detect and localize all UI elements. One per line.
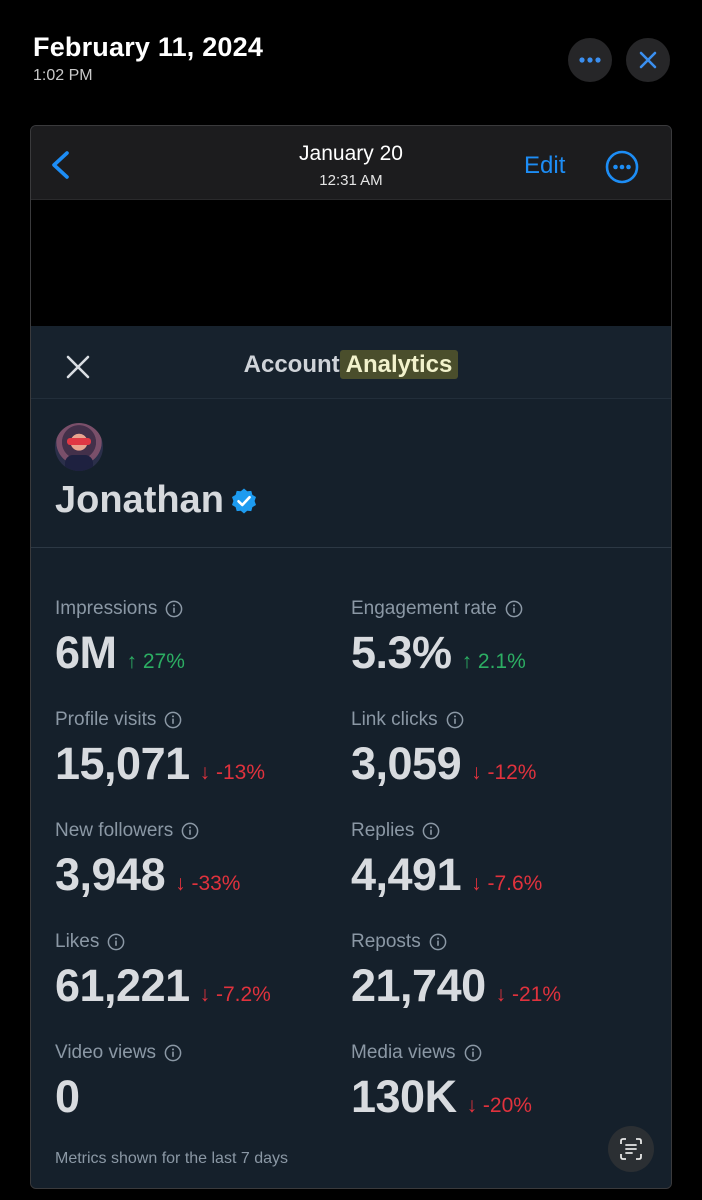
ellipsis-icon [579,57,601,63]
screenshot-black-area [31,200,671,326]
avatar-glasses [67,438,91,445]
metric-value: 21,740 [351,960,486,1011]
metric-media-views: Media views 130K ↓ -20% [351,1041,641,1123]
metric-profile-visits: Profile visits 15,071 ↓ -13% [55,708,345,790]
info-icon[interactable] [165,600,183,618]
metric-value: 130K [351,1071,457,1122]
metric-label: Impressions [55,597,345,621]
analytics-modal-header: Account Analytics [31,326,671,399]
photo-date: February 11, 2024 [33,32,264,62]
edit-button[interactable]: Edit [524,152,565,180]
metric-value-row: 15,071 ↓ -13% [55,738,345,790]
info-icon[interactable] [164,711,182,729]
metric-value-row: 130K ↓ -20% [351,1071,641,1123]
metric-label-text: Profile visits [55,709,157,730]
metric-reposts: Reposts 21,740 ↓ -21% [351,930,641,1012]
metric-value: 3,948 [55,849,166,900]
metric-new-followers: New followers 3,948 ↓ -33% [55,819,345,901]
metric-impressions: Impressions 6M ↑ 27% [55,597,345,679]
metric-label: Reposts [351,930,641,954]
metric-value: 4,491 [351,849,462,900]
metric-value: 0 [55,1071,80,1122]
metric-label: Link clicks [351,708,641,732]
info-icon[interactable] [429,933,447,951]
info-icon[interactable] [181,822,199,840]
info-icon[interactable] [164,1044,182,1062]
analytics-content: Jonathan Impressions 6M ↑ 27% Engagement ra… [31,399,671,1188]
photo-time: 1:02 PM [33,67,93,84]
metric-value-row: 61,221 ↓ -7.2% [55,960,345,1012]
metric-value: 6M [55,627,117,678]
modal-title-analytics: Analytics [339,350,459,379]
metric-value-row: 21,740 ↓ -21% [351,960,641,1012]
metric-value-row: 6M ↑ 27% [55,627,345,679]
profile-name: Jonathan [55,479,258,522]
metric-likes: Likes 61,221 ↓ -7.2% [55,930,345,1012]
info-icon[interactable] [107,933,125,951]
profile-divider [31,547,671,548]
info-icon[interactable] [446,711,464,729]
metric-change: ↓ -12% [471,761,537,784]
metric-change: ↓ -7.2% [199,983,271,1006]
metric-label-text: New followers [55,820,174,841]
metric-value-row: 3,059 ↓ -12% [351,738,641,790]
viewer-header: January 20 12:31 AM Edit [31,126,671,200]
verified-badge-icon [231,488,256,513]
metric-change: ↓ -33% [175,872,241,895]
more-options-button[interactable] [568,38,612,82]
metric-value: 3,059 [351,738,462,789]
photo-viewer-topbar: February 11, 2024 1:02 PM [0,0,702,120]
metric-change: ↑ 27% [126,650,185,673]
metric-replies: Replies 4,491 ↓ -7.6% [351,819,641,901]
metric-label: Likes [55,930,345,954]
metric-label-text: Video views [55,1042,157,1063]
metric-label-text: Engagement rate [351,598,497,619]
viewer-date: January 20 [299,142,403,165]
metrics-footnote: Metrics shown for the last 7 days [55,1150,288,1167]
metric-value-row: 5.3% ↑ 2.1% [351,627,641,679]
metric-label: Engagement rate [351,597,641,621]
metric-label: Media views [351,1041,641,1065]
metric-change: ↑ 2.1% [461,650,526,673]
metric-label: Replies [351,819,641,843]
metric-label-text: Media views [351,1042,456,1063]
metric-value-row: 3,948 ↓ -33% [55,849,345,901]
info-icon[interactable] [505,600,523,618]
close-icon [639,51,657,69]
metric-video-views: Video views 0 [55,1041,345,1123]
metric-label: New followers [55,819,345,843]
metric-label: Video views [55,1041,345,1065]
metric-value: 61,221 [55,960,190,1011]
metric-value: 15,071 [55,738,190,789]
metric-label: Profile visits [55,708,345,732]
modal-title-account: Account [243,351,340,378]
metric-label-text: Likes [55,931,100,952]
text-scan-icon [620,1138,642,1160]
metric-engagement-rate: Engagement rate 5.3% ↑ 2.1% [351,597,641,679]
close-button[interactable] [626,38,670,82]
metric-value: 5.3% [351,627,452,678]
metric-change: ↓ -13% [199,761,265,784]
avatar[interactable] [55,423,103,471]
profile-name-text: Jonathan [55,479,224,521]
viewer-time: 12:31 AM [319,172,383,189]
metric-label-text: Replies [351,820,415,841]
metric-label-text: Link clicks [351,709,438,730]
metric-link-clicks: Link clicks 3,059 ↓ -12% [351,708,641,790]
metric-label-text: Reposts [351,931,421,952]
circle-ellipsis-icon[interactable] [605,150,639,184]
metric-change: ↓ -21% [495,983,561,1006]
modal-title: Account Analytics [31,350,671,379]
metric-change: ↓ -7.6% [471,872,543,895]
avatar-shirt [65,455,93,471]
metric-value-row: 0 [55,1071,345,1123]
metric-value-row: 4,491 ↓ -7.6% [351,849,641,901]
info-icon[interactable] [464,1044,482,1062]
metric-change: ↓ -20% [466,1094,532,1117]
info-icon[interactable] [422,822,440,840]
metric-label-text: Impressions [55,598,158,619]
live-text-button[interactable] [608,1126,654,1172]
screenshot-card: January 20 12:31 AM Edit Account Analytic… [30,125,672,1189]
